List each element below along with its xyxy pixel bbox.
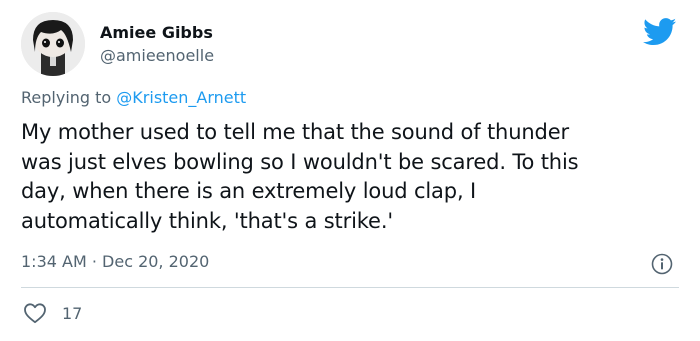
like-button[interactable]: 17: [23, 301, 82, 325]
twitter-bird-icon[interactable]: [643, 18, 677, 46]
tweet-text: My mother used to tell me that the sound…: [21, 118, 691, 236]
tweet-text-line: was just elves bowling so I wouldn't be …: [21, 149, 579, 174]
heart-icon: [23, 302, 47, 324]
divider: [21, 287, 679, 288]
author-avatar[interactable]: [21, 12, 85, 76]
funko-figure-avatar-icon: [21, 12, 85, 76]
tweet-text-line: day, when there is an extremely loud cla…: [21, 179, 477, 203]
author-handle[interactable]: @amieenoelle: [100, 46, 214, 65]
tweet-text-line: My mother used to tell me that the sound…: [21, 120, 569, 144]
like-count: 17: [62, 303, 83, 323]
tweet-timestamp[interactable]: 1:34 AM · Dec 20, 2020: [21, 252, 209, 271]
reply-context: Replying to @Kristen_Arnett: [21, 88, 246, 107]
author-display-name[interactable]: Amiee Gibbs: [100, 23, 213, 42]
reply-prefix: Replying to: [21, 88, 112, 107]
reply-to-mention-link[interactable]: @Kristen_Arnett: [116, 88, 246, 107]
tweet-text-line: automatically think, 'that's a strike.': [21, 208, 393, 233]
info-icon[interactable]: [651, 253, 673, 275]
tweet-card: Amiee Gibbs @amieenoelle Replying to @Kr…: [0, 0, 700, 341]
